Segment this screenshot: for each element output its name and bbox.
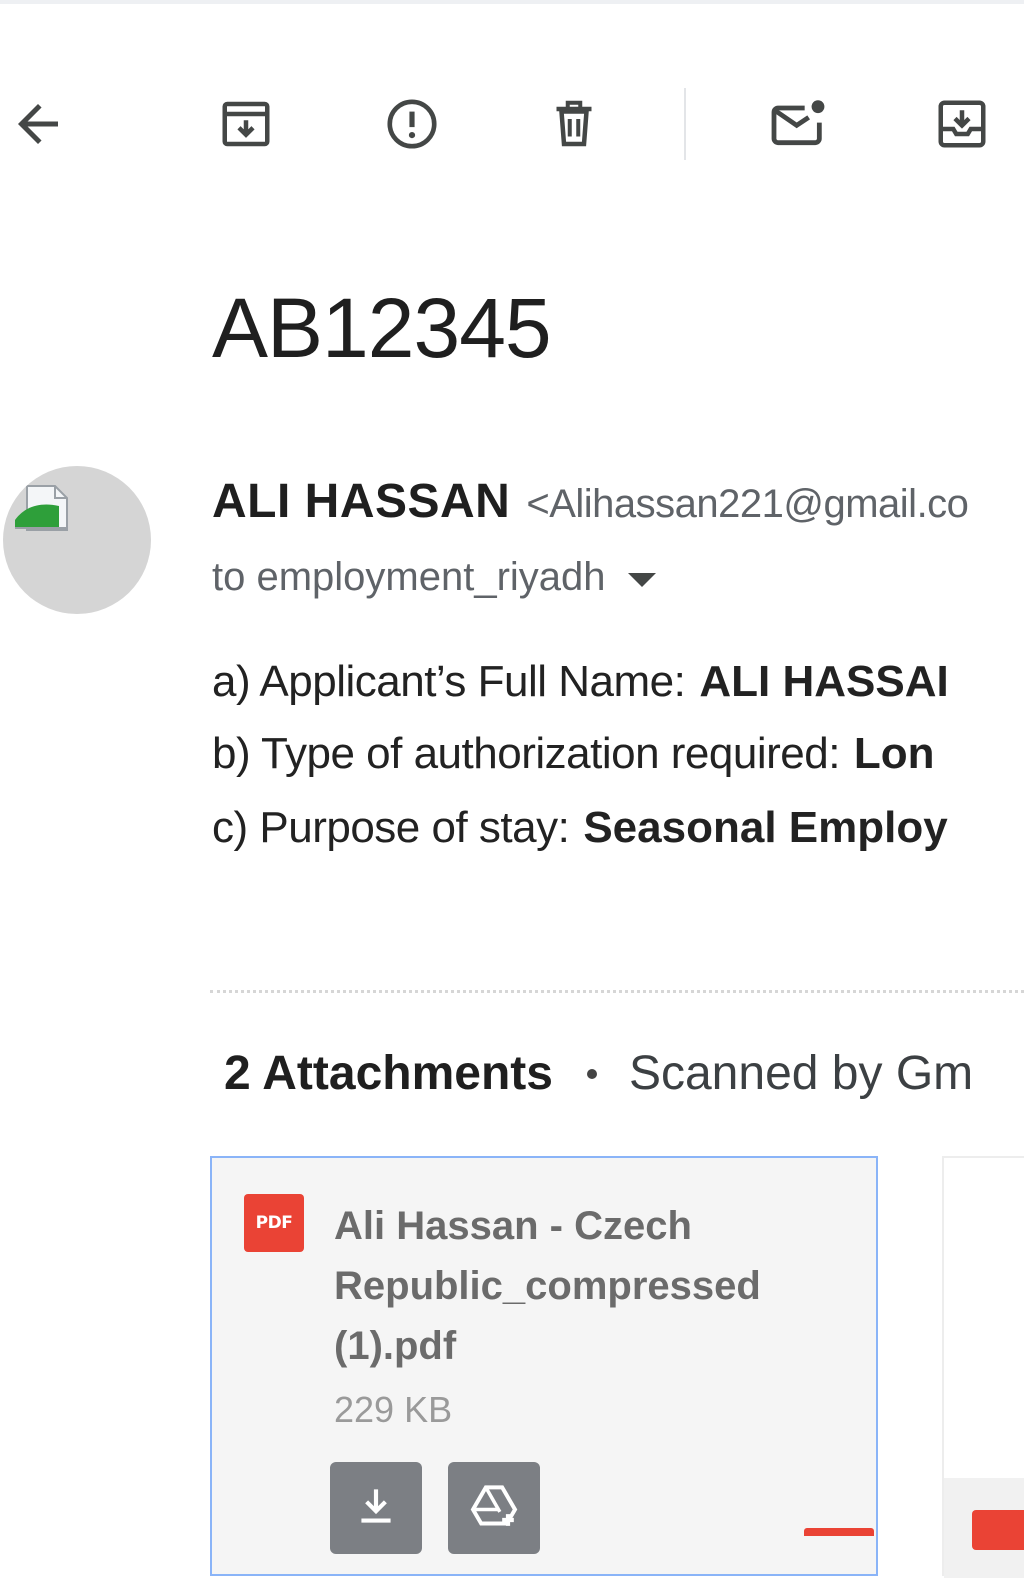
add-to-drive-icon xyxy=(466,1478,522,1539)
report-spam-icon xyxy=(381,93,443,155)
archive-icon xyxy=(216,94,276,154)
recipient-text: to employment_riyadh xyxy=(212,555,606,599)
body-line: a) Applicant’s Full Name: ALI HASSAI xyxy=(212,654,949,710)
mark-unread-button[interactable] xyxy=(766,92,830,156)
attachments-header: 2 Attachments Scanned by Gm xyxy=(224,1044,973,1104)
sender-email: <Alihassan221@gmail.co xyxy=(526,482,969,526)
separator-dot xyxy=(586,1069,597,1079)
move-to-inbox-button[interactable] xyxy=(930,92,994,156)
download-attachment-button[interactable] xyxy=(330,1462,422,1554)
attachment-card[interactable]: PDF Ali Hassan - Czech Republic_compress… xyxy=(210,1156,878,1576)
attachment-file-name: Ali Hassan - Czech Republic_compressed (… xyxy=(334,1204,761,1368)
archive-button[interactable] xyxy=(214,92,278,156)
attachments-count: 2 Attachments xyxy=(224,1047,553,1100)
back-button[interactable] xyxy=(6,92,70,156)
mark-unread-icon xyxy=(766,92,830,156)
body-line-value: ALI HASSAI xyxy=(699,657,949,706)
body-line: c) Purpose of stay: Seasonal Employ xyxy=(212,800,948,856)
attachment-card[interactable] xyxy=(942,1156,1024,1578)
email-subject: AB12345 xyxy=(212,281,552,375)
sender-name[interactable]: ALI HASSAN xyxy=(212,475,510,528)
pdf-icon xyxy=(972,1510,1024,1550)
body-line-label: a) Applicant’s Full Name: xyxy=(212,657,686,706)
attachments-separator xyxy=(210,990,1024,993)
body-line-label: b) Type of authorization required: xyxy=(212,729,840,778)
broken-image-icon xyxy=(15,485,68,531)
move-to-inbox-icon xyxy=(932,94,992,154)
scan-status: Scanned by Gm xyxy=(628,1047,974,1100)
add-to-drive-button[interactable] xyxy=(448,1462,540,1554)
body-line-value: Seasonal Employ xyxy=(583,803,948,852)
top-edge-strip xyxy=(0,0,1024,4)
download-icon xyxy=(351,1481,401,1536)
body-line: b) Type of authorization required: Lon xyxy=(212,726,935,782)
pdf-icon: PDF xyxy=(244,1194,304,1252)
body-line-label: c) Purpose of stay: xyxy=(212,803,570,852)
report-spam-button[interactable] xyxy=(380,92,444,156)
body-line-value: Lon xyxy=(853,729,935,778)
toolbar-divider xyxy=(684,88,686,160)
chevron-down-icon xyxy=(627,573,656,587)
attachment-file-size: 229 KB xyxy=(334,1389,453,1430)
recipient-details-toggle[interactable]: to employment_riyadh xyxy=(212,552,656,602)
delete-icon xyxy=(544,94,604,154)
delete-button[interactable] xyxy=(542,92,606,156)
pdf-icon xyxy=(804,1528,874,1536)
sender-avatar[interactable] xyxy=(3,466,151,614)
back-arrow-icon xyxy=(8,94,68,154)
sender-line: ALI HASSAN <Alihassan221@gmail.co xyxy=(212,474,969,541)
